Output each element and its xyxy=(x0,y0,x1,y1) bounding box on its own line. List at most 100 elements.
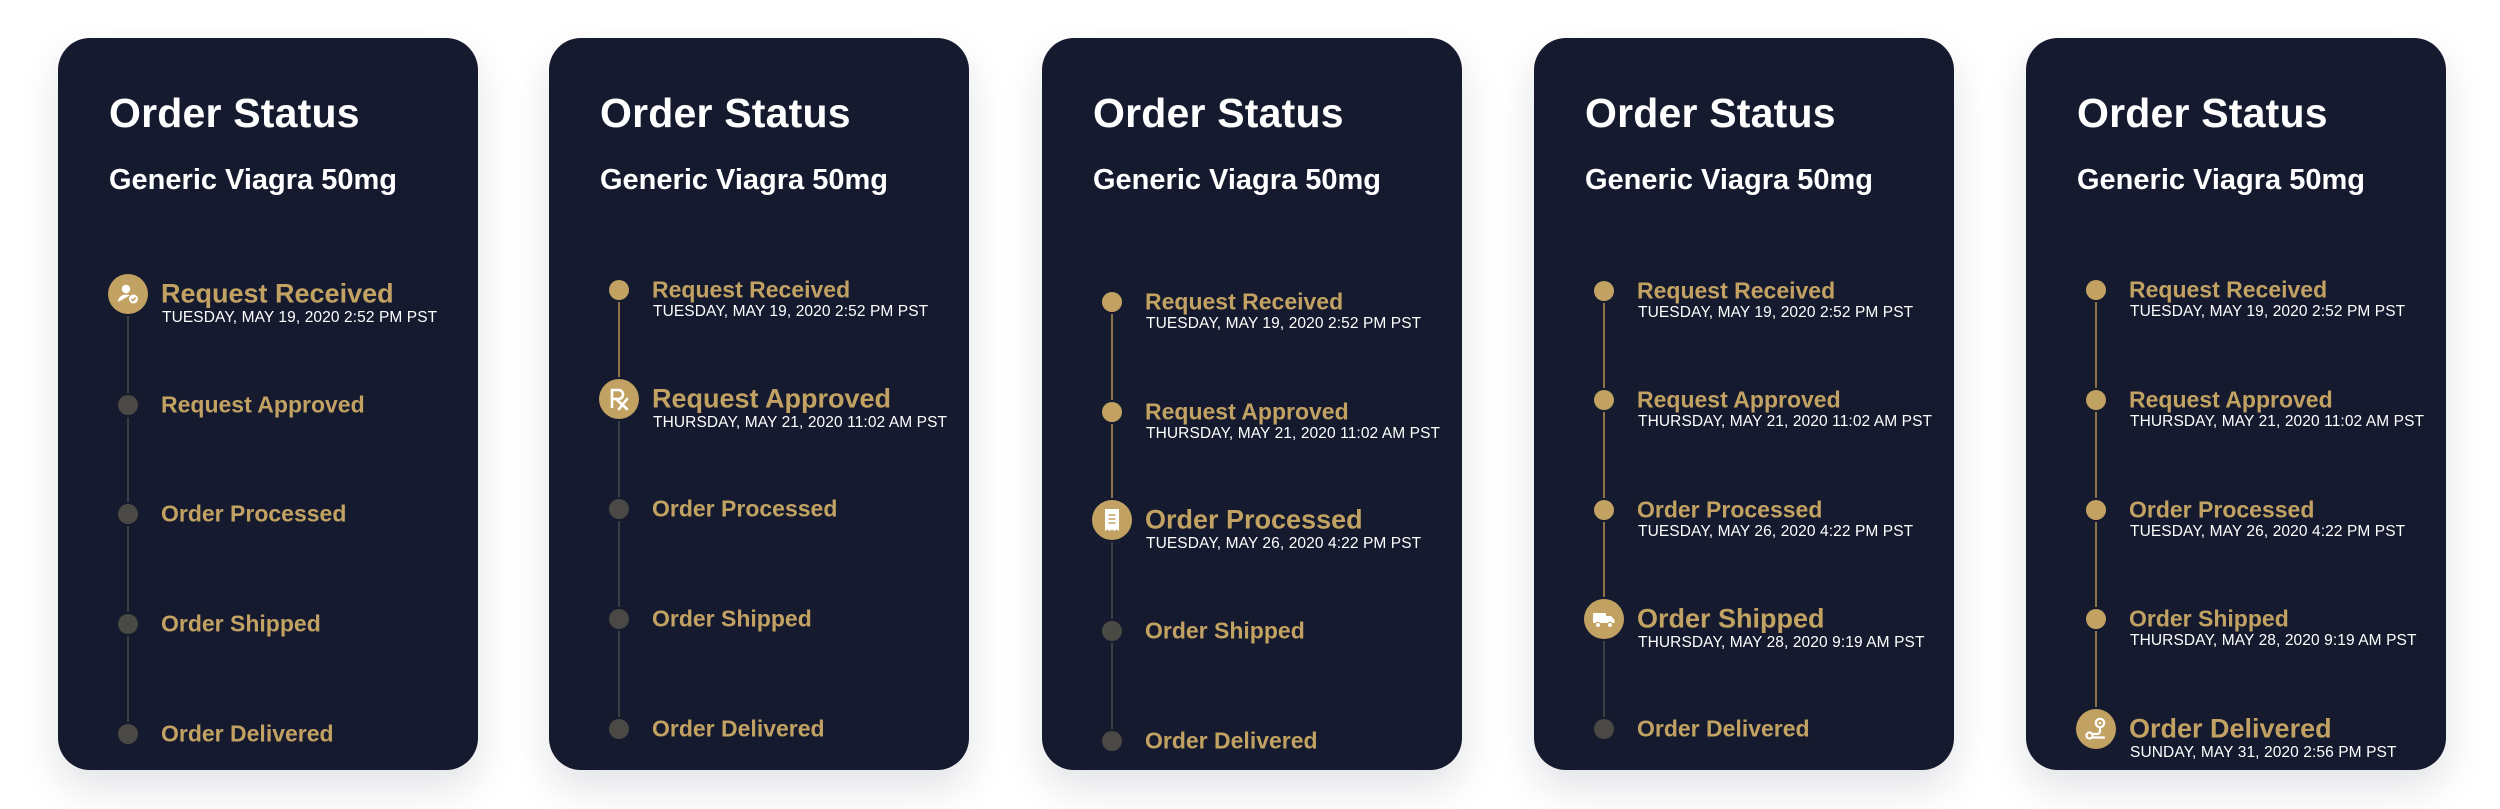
step-dot xyxy=(2086,390,2106,410)
step-timestamp: THURSDAY, MAY 28, 2020 9:19 AM PST xyxy=(2130,632,2417,649)
card-title: Order Status xyxy=(109,90,360,136)
step-timestamp: THURSDAY, MAY 21, 2020 11:02 AM PST xyxy=(653,414,948,431)
timeline-connector xyxy=(1111,643,1113,729)
product-name: Generic Viagra 50mg xyxy=(1585,164,1874,196)
step-dot xyxy=(118,395,138,415)
timeline-connector xyxy=(127,636,129,722)
step-label-request-approved: Request Approved xyxy=(652,383,892,414)
timeline-connector xyxy=(1603,522,1605,597)
step-label-order-shipped: Order Shipped xyxy=(1637,603,1825,634)
step-timestamp: TUESDAY, MAY 26, 2020 4:22 PM PST xyxy=(1146,535,1422,552)
step-label-order-delivered: Order Delivered xyxy=(1145,727,1318,754)
step-label-order-processed: Order Processed xyxy=(1145,504,1363,535)
step-label-order-processed: Order Processed xyxy=(161,500,347,527)
timeline-connector xyxy=(618,631,620,717)
step-dot xyxy=(1102,402,1122,422)
step-label-request-received: Request Received xyxy=(161,278,394,309)
timeline-connector xyxy=(2095,412,2097,498)
step-label-order-processed: Order Processed xyxy=(2129,496,2315,523)
order-status-card: Order Status Generic Viagra 50mg Request R… xyxy=(2026,38,2446,770)
step-dot xyxy=(1594,281,1614,301)
order-status-card: Order Status Generic Viagra 50mg Request R… xyxy=(58,38,478,770)
step-timestamp: TUESDAY, MAY 26, 2020 4:22 PM PST xyxy=(2130,523,2406,540)
order-status-card: Order Status Generic Viagra 50mg Request R… xyxy=(549,38,969,770)
step-dot xyxy=(2086,609,2106,629)
receipt-icon xyxy=(1092,500,1132,540)
step-label-order-shipped: Order Shipped xyxy=(2129,605,2289,632)
timeline-connector xyxy=(127,526,129,612)
step-dot xyxy=(2086,280,2106,300)
step-label-order-delivered: Order Delivered xyxy=(161,720,334,747)
step-timestamp: TUESDAY, MAY 19, 2020 2:52 PM PST xyxy=(653,303,929,320)
step-label-order-processed: Order Processed xyxy=(652,495,838,522)
step-label-order-shipped: Order Shipped xyxy=(1145,617,1305,644)
card-title: Order Status xyxy=(1585,90,1836,136)
step-label-request-approved: Request Approved xyxy=(2129,386,2333,413)
step-dot xyxy=(1594,390,1614,410)
step-label-order-shipped: Order Shipped xyxy=(652,605,812,632)
step-label-order-delivered: Order Delivered xyxy=(1637,715,1810,742)
step-timestamp: THURSDAY, MAY 21, 2020 11:02 AM PST xyxy=(1638,413,1933,430)
timeline-connector xyxy=(1111,542,1113,619)
step-label-order-processed: Order Processed xyxy=(1637,496,1823,523)
timeline-connector xyxy=(127,417,129,502)
order-status-card: Order Status Generic Viagra 50mg Request R… xyxy=(1042,38,1462,770)
step-timestamp: THURSDAY, MAY 21, 2020 11:02 AM PST xyxy=(1146,425,1441,442)
step-timestamp: TUESDAY, MAY 19, 2020 2:52 PM PST xyxy=(2130,303,2406,320)
step-label-order-delivered: Order Delivered xyxy=(2129,713,2332,744)
timeline-connector xyxy=(1603,412,1605,498)
step-timestamp: TUESDAY, MAY 26, 2020 4:22 PM PST xyxy=(1638,523,1914,540)
card-title: Order Status xyxy=(1093,90,1344,136)
timeline-connector xyxy=(127,316,129,393)
step-label-request-approved: Request Approved xyxy=(1145,398,1349,425)
step-dot xyxy=(1102,731,1122,751)
user-check-icon xyxy=(108,274,148,314)
timeline-connector xyxy=(618,302,620,377)
step-dot xyxy=(609,719,629,739)
product-name: Generic Viagra 50mg xyxy=(109,164,398,196)
product-name: Generic Viagra 50mg xyxy=(1093,164,1382,196)
timeline-connector xyxy=(2095,522,2097,607)
timeline-connector xyxy=(618,521,620,607)
route-pin-icon xyxy=(2076,709,2116,749)
timeline-connector xyxy=(2095,302,2097,388)
step-label-request-received: Request Received xyxy=(2129,276,2328,303)
step-label-request-approved: Request Approved xyxy=(1637,386,1841,413)
step-timestamp: THURSDAY, MAY 28, 2020 9:19 AM PST xyxy=(1638,634,1925,651)
order-status-card: Order Status Generic Viagra 50mg Request R… xyxy=(1534,38,1954,770)
timeline-connector xyxy=(1603,303,1605,388)
step-dot xyxy=(609,280,629,300)
step-label-order-shipped: Order Shipped xyxy=(161,610,321,637)
step-timestamp: TUESDAY, MAY 19, 2020 2:52 PM PST xyxy=(1146,315,1422,332)
step-timestamp: THURSDAY, MAY 21, 2020 11:02 AM PST xyxy=(2130,413,2425,430)
card-title: Order Status xyxy=(2077,90,2328,136)
step-label-request-approved: Request Approved xyxy=(161,391,365,418)
step-dot xyxy=(1594,719,1614,739)
step-dot xyxy=(1102,292,1122,312)
step-timestamp: TUESDAY, MAY 19, 2020 2:52 PM PST xyxy=(1638,304,1914,321)
step-dot xyxy=(609,499,629,519)
step-dot xyxy=(2086,500,2106,520)
step-dot xyxy=(118,724,138,744)
step-dot xyxy=(118,614,138,634)
prescription-rx-icon xyxy=(599,379,639,419)
step-dot xyxy=(1102,621,1122,641)
product-name: Generic Viagra 50mg xyxy=(2077,164,2366,196)
step-dot xyxy=(118,504,138,524)
timeline-connector xyxy=(1111,424,1113,498)
step-dot xyxy=(609,609,629,629)
product-name: Generic Viagra 50mg xyxy=(600,164,889,196)
step-label-request-received: Request Received xyxy=(1145,288,1344,315)
card-title: Order Status xyxy=(600,90,851,136)
timeline-connector xyxy=(2095,631,2097,707)
step-label-request-received: Request Received xyxy=(652,276,851,303)
delivery-truck-icon xyxy=(1584,599,1624,639)
step-timestamp: TUESDAY, MAY 19, 2020 2:52 PM PST xyxy=(162,309,438,326)
timeline-connector xyxy=(1111,314,1113,400)
timeline-connector xyxy=(618,421,620,497)
step-label-request-received: Request Received xyxy=(1637,277,1836,304)
timeline-connector xyxy=(1603,641,1605,717)
step-timestamp: SUNDAY, MAY 31, 2020 2:56 PM PST xyxy=(2130,744,2397,761)
step-dot xyxy=(1594,500,1614,520)
step-label-order-delivered: Order Delivered xyxy=(652,715,825,742)
